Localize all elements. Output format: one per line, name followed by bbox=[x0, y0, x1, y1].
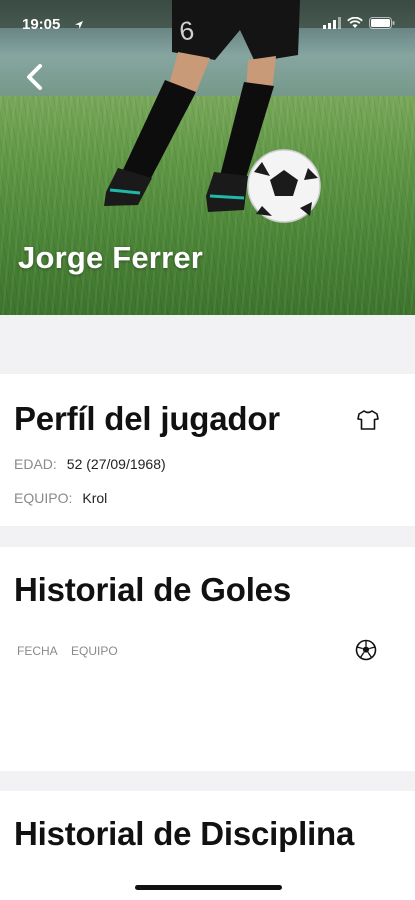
shirt-icon bbox=[357, 410, 379, 435]
chevron-left-icon bbox=[27, 64, 42, 90]
player-name: Jorge Ferrer bbox=[18, 240, 204, 275]
back-button[interactable] bbox=[20, 60, 50, 94]
soccer-ball-icon bbox=[355, 639, 377, 666]
battery-icon bbox=[369, 17, 395, 29]
goals-column-date: FECHA bbox=[17, 644, 58, 658]
wifi-icon bbox=[347, 17, 363, 28]
age-row: EDAD: 52 (27/09/1968) bbox=[14, 456, 166, 472]
goals-title: Historial de Goles bbox=[14, 571, 291, 608]
profile-card: Perfíl del jugador EDAD: 52 (27/09/1968) … bbox=[0, 374, 415, 526]
cellular-signal-icon bbox=[323, 17, 341, 29]
discipline-card: Historial de Disciplina bbox=[0, 791, 415, 900]
home-indicator bbox=[135, 885, 282, 890]
age-value: 52 (27/09/1968) bbox=[66, 456, 166, 472]
location-arrow-icon bbox=[75, 21, 83, 29]
team-value: Krol bbox=[82, 490, 108, 506]
discipline-title: Historial de Disciplina bbox=[14, 815, 355, 852]
age-label: EDAD: bbox=[14, 456, 57, 472]
team-label: EQUIPO: bbox=[14, 490, 73, 506]
status-time: 19:05 bbox=[22, 16, 61, 33]
status-bar: 19:05 bbox=[0, 0, 415, 46]
team-row: EQUIPO: Krol bbox=[14, 490, 107, 506]
goals-card: Historial de Goles FECHA EQUIPO bbox=[0, 547, 415, 771]
profile-title: Perfíl del jugador bbox=[14, 400, 280, 437]
goals-column-team: EQUIPO bbox=[71, 644, 118, 658]
